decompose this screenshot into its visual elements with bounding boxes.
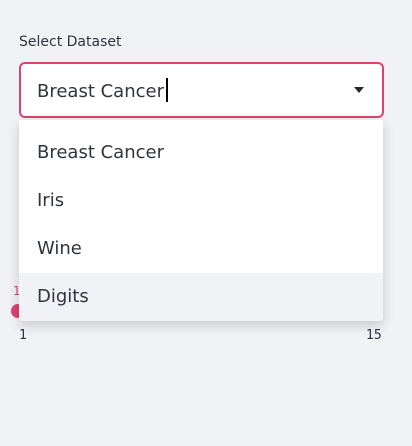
dataset-options-list: Breast Cancer Iris Wine Digits: [19, 120, 383, 321]
text-cursor: [166, 78, 168, 102]
slider-min-label: 1: [19, 328, 27, 343]
option-wine[interactable]: Wine: [19, 225, 383, 273]
dataset-select[interactable]: Breast Cancer: [19, 62, 384, 118]
dataset-dropdown-menu: Breast Cancer Iris Wine Digits: [19, 120, 383, 321]
chevron-down-icon[interactable]: [354, 87, 364, 93]
option-iris[interactable]: Iris: [19, 177, 383, 225]
option-digits[interactable]: Digits: [19, 273, 383, 321]
slider-max-label: 15: [366, 328, 382, 343]
dataset-select-value-text: Breast Cancer: [37, 81, 164, 102]
dataset-select-value[interactable]: Breast Cancer: [37, 78, 168, 105]
option-breast-cancer[interactable]: Breast Cancer: [19, 129, 383, 177]
select-dataset-label: Select Dataset: [19, 34, 122, 50]
